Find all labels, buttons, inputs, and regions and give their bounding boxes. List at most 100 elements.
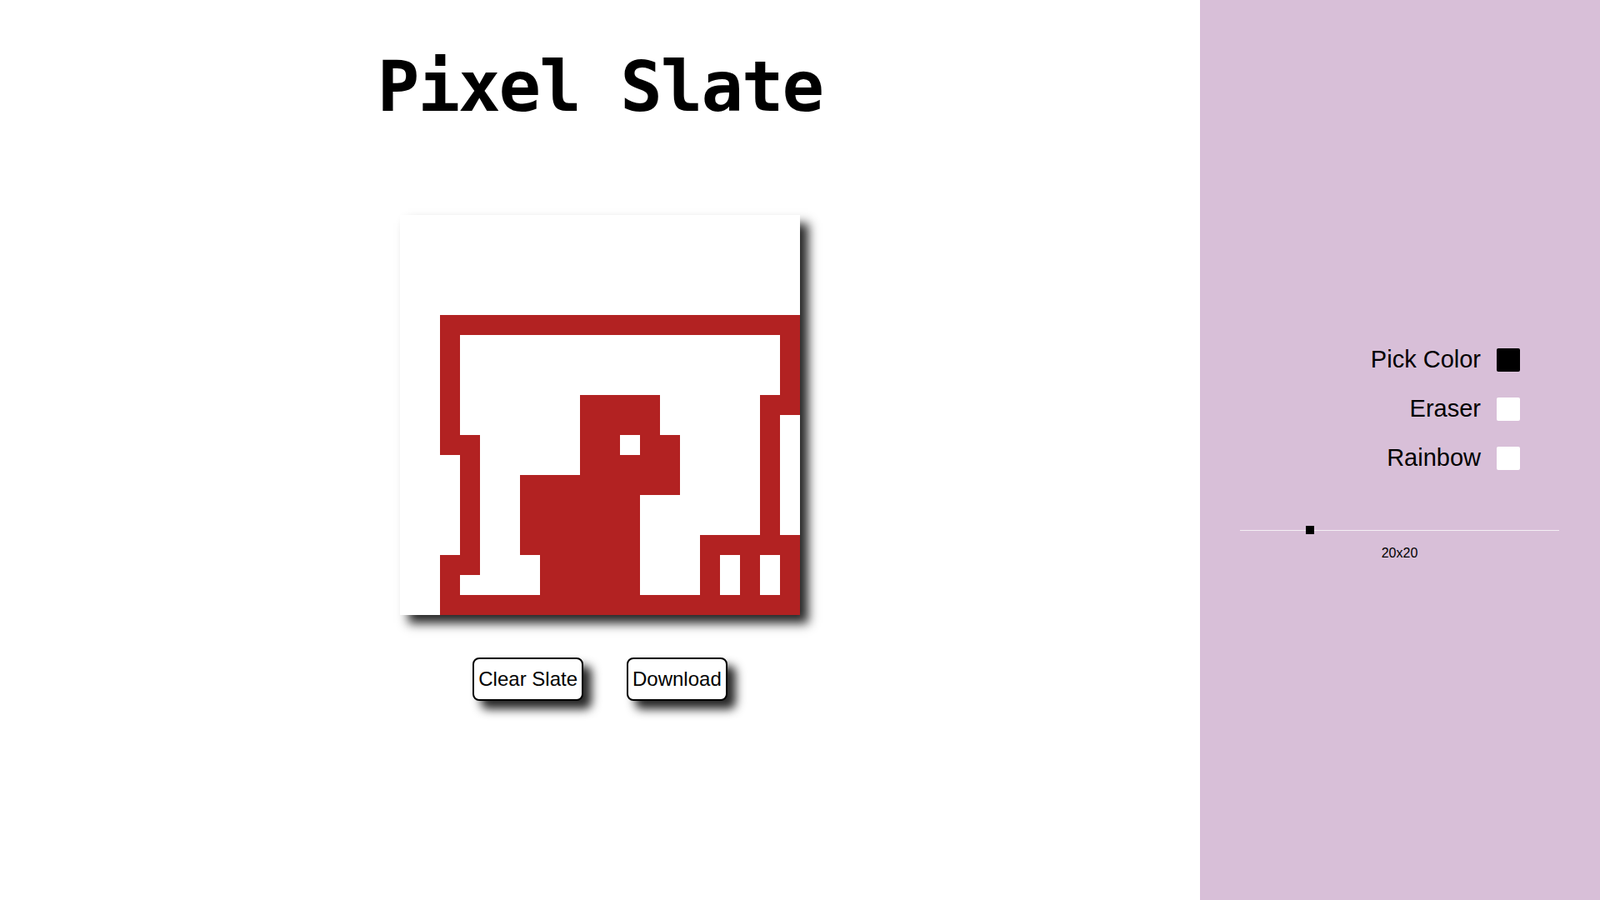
pixel-cell[interactable] (400, 495, 420, 515)
pixel-cell[interactable] (540, 275, 560, 295)
pixel-cell[interactable] (540, 315, 560, 335)
toggle-box[interactable] (1496, 446, 1520, 470)
pixel-cell[interactable] (420, 255, 440, 275)
pixel-cell[interactable] (460, 215, 480, 235)
pixel-cell[interactable] (700, 255, 720, 275)
pixel-cell[interactable] (560, 355, 580, 375)
pixel-cell[interactable] (700, 235, 720, 255)
pixel-cell[interactable] (740, 235, 760, 255)
pixel-cell[interactable] (540, 575, 560, 595)
pixel-cell[interactable] (720, 535, 740, 555)
pixel-cell[interactable] (640, 235, 660, 255)
pixel-cell[interactable] (700, 435, 720, 455)
pixel-cell[interactable] (440, 515, 460, 535)
pixel-cell[interactable] (560, 515, 580, 535)
pixel-cell[interactable] (600, 355, 620, 375)
pixel-cell[interactable] (580, 315, 600, 335)
pixel-cell[interactable] (560, 595, 580, 615)
pixel-cell[interactable] (500, 255, 520, 275)
pixel-cell[interactable] (560, 275, 580, 295)
action-button[interactable]: Clear Slate (472, 657, 584, 701)
pixel-cell[interactable] (600, 495, 620, 515)
pixel-cell[interactable] (780, 255, 800, 275)
pixel-cell[interactable] (540, 515, 560, 535)
pixel-cell[interactable] (460, 395, 480, 415)
pixel-cell[interactable] (760, 395, 780, 415)
pixel-cell[interactable] (780, 395, 800, 415)
pixel-cell[interactable] (640, 215, 660, 235)
pixel-cell[interactable] (760, 275, 780, 295)
pixel-cell[interactable] (720, 275, 740, 295)
pixel-cell[interactable] (640, 515, 660, 535)
pixel-cell[interactable] (780, 535, 800, 555)
pixel-cell[interactable] (620, 315, 640, 335)
pixel-cell[interactable] (720, 595, 740, 615)
pixel-cell[interactable] (520, 315, 540, 335)
pixel-cell[interactable] (420, 335, 440, 355)
pixel-cell[interactable] (460, 415, 480, 435)
pixel-cell[interactable] (680, 595, 700, 615)
pixel-cell[interactable] (620, 295, 640, 315)
pixel-cell[interactable] (640, 595, 660, 615)
pixel-cell[interactable] (700, 575, 720, 595)
pixel-cell[interactable] (760, 515, 780, 535)
pixel-cell[interactable] (420, 235, 440, 255)
pixel-cell[interactable] (640, 455, 660, 475)
pixel-cell[interactable] (740, 375, 760, 395)
pixel-cell[interactable] (500, 595, 520, 615)
pixel-cell[interactable] (720, 495, 740, 515)
pixel-cell[interactable] (400, 575, 420, 595)
pixel-cell[interactable] (460, 235, 480, 255)
pixel-cell[interactable] (420, 515, 440, 535)
pixel-cell[interactable] (520, 535, 540, 555)
pixel-cell[interactable] (400, 535, 420, 555)
pixel-cell[interactable] (660, 335, 680, 355)
pixel-cell[interactable] (400, 555, 420, 575)
pixel-cell[interactable] (520, 215, 540, 235)
pixel-cell[interactable] (680, 295, 700, 315)
pixel-cell[interactable] (460, 255, 480, 275)
pixel-cell[interactable] (680, 415, 700, 435)
pixel-cell[interactable] (500, 475, 520, 495)
pixel-cell[interactable] (760, 415, 780, 435)
pixel-cell[interactable] (740, 495, 760, 515)
pixel-cell[interactable] (440, 595, 460, 615)
pixel-cell[interactable] (720, 395, 740, 415)
pixel-cell[interactable] (600, 515, 620, 535)
pixel-cell[interactable] (560, 475, 580, 495)
pixel-cell[interactable] (440, 535, 460, 555)
pixel-cell[interactable] (660, 275, 680, 295)
pixel-cell[interactable] (680, 435, 700, 455)
pixel-cell[interactable] (780, 235, 800, 255)
pixel-cell[interactable] (540, 595, 560, 615)
pixel-cell[interactable] (760, 315, 780, 335)
pixel-cell[interactable] (460, 595, 480, 615)
pixel-cell[interactable] (400, 435, 420, 455)
pixel-cell[interactable] (400, 235, 420, 255)
pixel-cell[interactable] (640, 435, 660, 455)
pixel-cell[interactable] (480, 275, 500, 295)
pixel-cell[interactable] (660, 555, 680, 575)
pixel-cell[interactable] (720, 255, 740, 275)
pixel-cell[interactable] (780, 275, 800, 295)
pixel-cell[interactable] (700, 475, 720, 495)
pixel-cell[interactable] (420, 295, 440, 315)
pixel-cell[interactable] (740, 595, 760, 615)
pixel-cell[interactable] (660, 595, 680, 615)
pixel-cell[interactable] (480, 415, 500, 435)
pixel-cell[interactable] (760, 215, 780, 235)
pixel-cell[interactable] (720, 215, 740, 235)
pixel-cell[interactable] (700, 215, 720, 235)
pixel-cell[interactable] (500, 355, 520, 375)
pixel-cell[interactable] (620, 395, 640, 415)
pixel-cell[interactable] (560, 555, 580, 575)
pixel-cell[interactable] (780, 555, 800, 575)
pixel-cell[interactable] (720, 335, 740, 355)
pixel-cell[interactable] (740, 535, 760, 555)
pixel-cell[interactable] (660, 255, 680, 275)
pixel-cell[interactable] (680, 255, 700, 275)
pixel-cell[interactable] (560, 415, 580, 435)
pixel-cell[interactable] (440, 355, 460, 375)
pixel-cell[interactable] (460, 475, 480, 495)
pixel-cell[interactable] (700, 335, 720, 355)
